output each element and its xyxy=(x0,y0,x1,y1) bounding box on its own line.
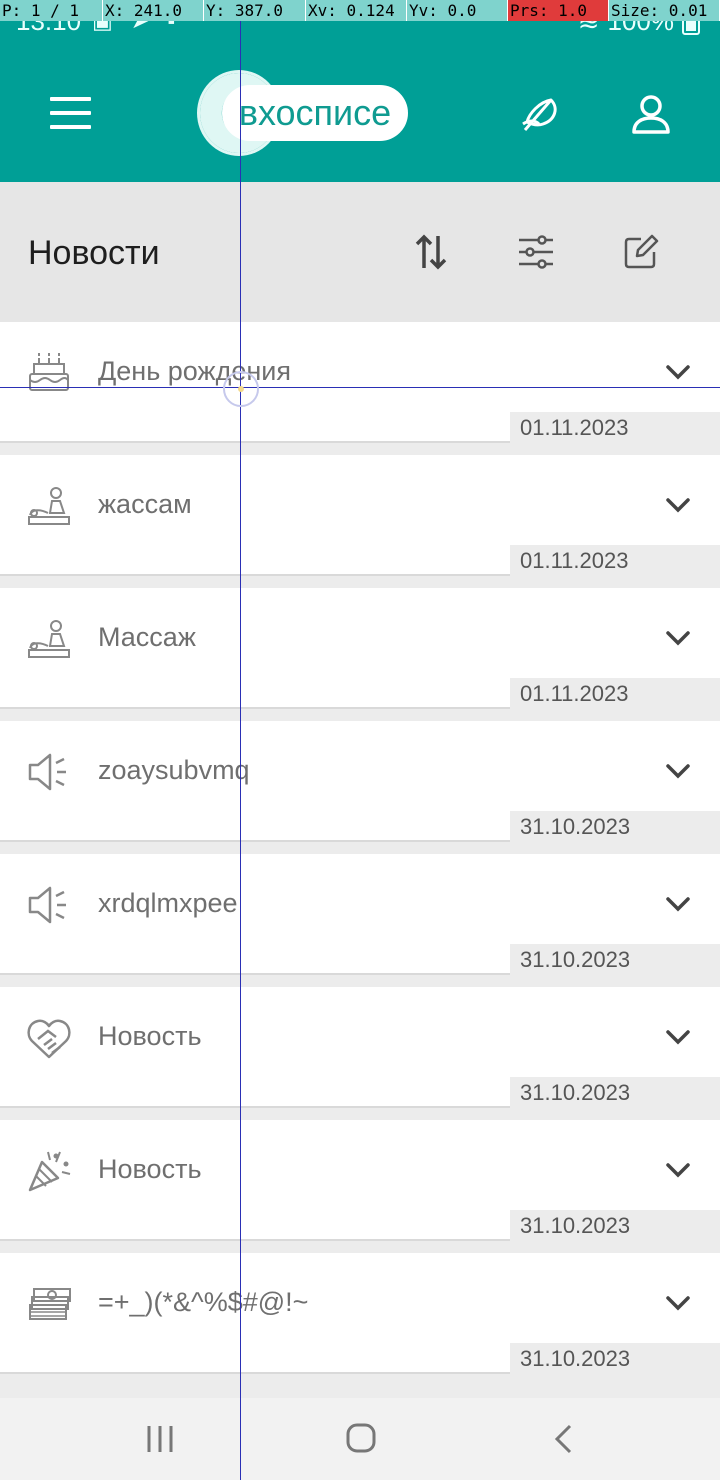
pointer-crosshair-horizontal xyxy=(0,387,720,388)
news-card[interactable]: жассам 01.11.2023 xyxy=(0,455,720,576)
massage-icon xyxy=(28,620,70,658)
news-title: xrdqlmxpee xyxy=(98,888,238,918)
app-logo: вхосписе xyxy=(200,73,410,153)
news-title: День рождения xyxy=(98,356,291,386)
news-list: День рождения 01.11.2023 жассам 01.11.2023 М… xyxy=(0,322,720,1386)
filter-icon[interactable] xyxy=(516,232,556,272)
chevron-down-icon[interactable] xyxy=(664,890,692,918)
recent-apps-icon[interactable] xyxy=(140,1422,180,1456)
overlay-pointer-count: P: 1 / 1 xyxy=(0,0,103,21)
news-date: 31.10.2023 xyxy=(510,1077,720,1108)
news-card[interactable]: Массаж 01.11.2023 xyxy=(0,588,720,709)
money-stack-icon xyxy=(29,1288,71,1320)
news-title: Новость xyxy=(98,1154,202,1184)
pointer-location-overlay: P: 1 / 1 X: 241.0 Y: 387.0 Xv: 0.124 Yv:… xyxy=(0,0,720,21)
news-date: 01.11.2023 xyxy=(510,545,720,576)
news-date: 31.10.2023 xyxy=(510,944,720,975)
chevron-down-icon[interactable] xyxy=(664,1023,692,1051)
chevron-down-icon[interactable] xyxy=(664,1289,692,1317)
menu-icon[interactable] xyxy=(50,97,91,129)
news-header: Новости xyxy=(0,182,720,322)
megaphone-icon xyxy=(28,886,66,924)
chevron-down-icon[interactable] xyxy=(664,757,692,785)
overlay-y: Y: 387.0 xyxy=(204,0,306,21)
logo-text: вхосписе xyxy=(222,85,408,141)
news-card[interactable]: =+_)(*&^%$#@!~ 31.10.2023 xyxy=(0,1253,720,1374)
news-title: жассам xyxy=(98,489,192,519)
page-title: Новости xyxy=(28,234,160,272)
news-date: 31.10.2023 xyxy=(510,1210,720,1241)
chevron-down-icon[interactable] xyxy=(664,491,692,519)
news-date: 01.11.2023 xyxy=(510,678,720,709)
overlay-size: Size: 0.01 xyxy=(609,0,720,21)
news-card[interactable]: zoaysubvmq 31.10.2023 xyxy=(0,721,720,842)
chevron-down-icon[interactable] xyxy=(664,624,692,652)
news-date: 31.10.2023 xyxy=(510,1343,720,1374)
feather-icon[interactable] xyxy=(515,90,563,138)
massage-icon xyxy=(28,487,70,525)
overlay-x: X: 241.0 xyxy=(103,0,204,21)
overlay-xv: Xv: 0.124 xyxy=(306,0,407,21)
news-date: 01.11.2023 xyxy=(510,412,720,443)
overlay-yv: Yv: 0.0 xyxy=(407,0,508,21)
pointer-crosshair-vertical xyxy=(240,0,241,1480)
edit-icon[interactable] xyxy=(621,232,661,272)
system-nav-bar xyxy=(0,1398,720,1480)
app-bar: вхосписе xyxy=(0,44,720,182)
news-date: 31.10.2023 xyxy=(510,811,720,842)
party-popper-icon xyxy=(28,1151,71,1192)
news-card[interactable]: День рождения 01.11.2023 xyxy=(0,322,720,443)
birthday-cake-icon xyxy=(29,353,69,391)
chevron-down-icon[interactable] xyxy=(664,1156,692,1184)
news-title: zoaysubvmq xyxy=(98,755,250,785)
megaphone-icon xyxy=(28,753,66,791)
news-title: Массаж xyxy=(98,622,196,652)
back-icon[interactable] xyxy=(544,1422,584,1456)
news-card[interactable]: Новость 31.10.2023 xyxy=(0,1120,720,1241)
news-card[interactable]: Новость 31.10.2023 xyxy=(0,987,720,1108)
chevron-down-icon[interactable] xyxy=(664,358,692,386)
news-title: =+_)(*&^%$#@!~ xyxy=(98,1287,309,1317)
heart-handshake-icon xyxy=(27,1019,71,1059)
touch-indicator xyxy=(223,371,259,407)
sort-icon[interactable] xyxy=(411,232,451,272)
profile-icon[interactable] xyxy=(627,90,675,138)
home-icon[interactable] xyxy=(341,1422,381,1456)
news-card[interactable]: xrdqlmxpee 31.10.2023 xyxy=(0,854,720,975)
news-title: Новость xyxy=(98,1021,202,1051)
overlay-pressure: Prs: 1.0 xyxy=(508,0,609,21)
